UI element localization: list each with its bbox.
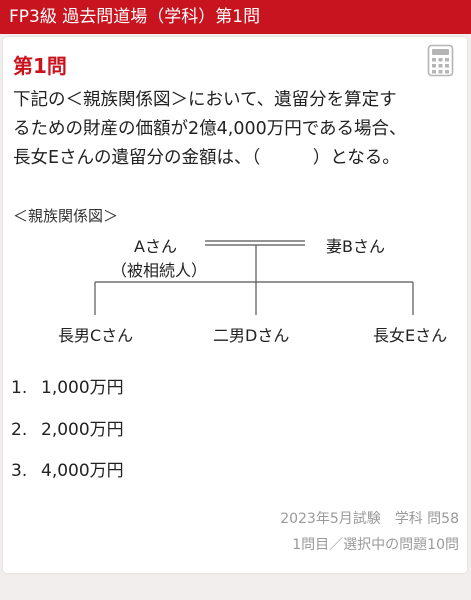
choice-text: 4,000万円 <box>41 461 124 481</box>
person-a-note: （被相続人） <box>111 261 208 280</box>
app-title: FP3級 過去問道場（学科）第1問 <box>9 7 261 27</box>
choice-number: 3. <box>11 461 28 481</box>
exam-source: 2023年5月試験 学科 問58 <box>280 511 459 527</box>
choice-number: 2. <box>11 420 28 440</box>
choice-text: 2,000万円 <box>41 420 124 440</box>
choice-text: 1,000万円 <box>41 378 124 398</box>
person-a: Aさん <box>134 237 177 256</box>
choice-1[interactable]: 1. 1,000万円 <box>11 373 124 398</box>
choice-3[interactable]: 3. 4,000万円 <box>11 456 124 481</box>
choice-number: 1. <box>11 378 28 398</box>
child-c: 長男Cさん <box>58 326 134 345</box>
choice-2[interactable]: 2. 2,000万円 <box>11 415 124 440</box>
child-d: 二男Dさん <box>213 326 290 345</box>
app-header: FP3級 過去問道場（学科）第1問 <box>0 0 471 34</box>
question-card: 第1問 下記の＜親族関係図＞において、遺留分を算定す るための財産の価額が2億4… <box>3 37 467 573</box>
child-e: 長女Eさん <box>373 326 448 345</box>
spouse-b: 妻Bさん <box>326 237 385 256</box>
question-position: 1問目／選択中の問題10問 <box>292 537 459 553</box>
